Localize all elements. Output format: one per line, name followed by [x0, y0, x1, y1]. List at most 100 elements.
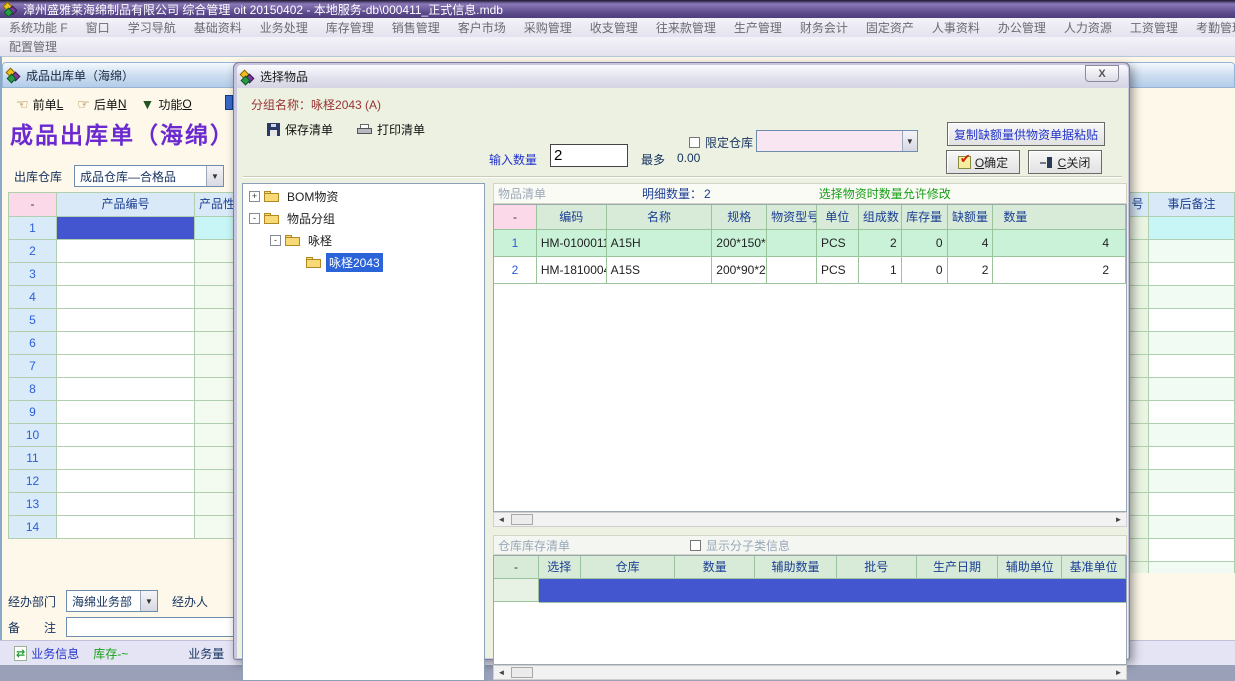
cell[interactable]: HM-1810004	[537, 257, 607, 284]
cell[interactable]: 200*90*20	[712, 257, 767, 284]
ok-button[interactable]: ✔ O确定	[946, 150, 1020, 174]
remark-cell[interactable]	[1149, 516, 1235, 539]
scroll-left-icon[interactable]: ◄	[494, 666, 509, 679]
tree-item-BOM物资[interactable]: +BOM物资	[243, 186, 484, 206]
product-code-cell[interactable]	[57, 332, 195, 355]
menu-item[interactable]: 收支管理	[581, 18, 647, 37]
cell[interactable]: 2	[494, 257, 537, 284]
tree-item-物品分组[interactable]: -物品分组	[243, 208, 484, 228]
row-number-cell[interactable]: 1	[9, 217, 57, 240]
menu-item[interactable]: 人力资源	[1055, 18, 1121, 37]
menu-item[interactable]: 库存管理	[317, 18, 383, 37]
remark-cell[interactable]	[1149, 424, 1235, 447]
chevron-down-icon[interactable]: ▼	[902, 131, 917, 151]
menu-item[interactable]: 办公管理	[989, 18, 1055, 37]
scroll-right-icon[interactable]: ►	[1111, 666, 1126, 679]
cell[interactable]: 4	[948, 230, 994, 257]
cell[interactable]	[1127, 562, 1149, 573]
menu-item[interactable]: 窗口	[77, 18, 119, 37]
cell[interactable]	[1127, 470, 1149, 493]
cell[interactable]	[1127, 240, 1149, 263]
row-number-cell[interactable]: 11	[9, 447, 57, 470]
menu-item[interactable]: 学习导航	[119, 18, 185, 37]
menu-item[interactable]: 客户市场	[449, 18, 515, 37]
menu-item[interactable]: 配置管理	[0, 37, 66, 56]
show-subcategory-checkbox[interactable]: 显示分子类信息	[690, 537, 790, 554]
close-button[interactable]: C关闭	[1028, 150, 1102, 174]
menu-item[interactable]: 基础资料	[185, 18, 251, 37]
cell[interactable]	[1127, 516, 1149, 539]
remark-cell[interactable]	[1149, 470, 1235, 493]
product-code-cell[interactable]	[57, 424, 195, 447]
cell[interactable]	[1127, 263, 1149, 286]
toolbar-down-arrow[interactable]: ▼功能O	[141, 96, 192, 113]
cell[interactable]: 1	[859, 257, 902, 284]
product-code-cell[interactable]	[57, 378, 195, 401]
cell[interactable]	[1127, 378, 1149, 401]
remark-cell[interactable]	[1149, 217, 1235, 240]
product-code-cell[interactable]	[57, 240, 195, 263]
product-code-cell[interactable]	[57, 286, 195, 309]
tree-item-咏柽2043[interactable]: 咏柽2043	[243, 252, 484, 272]
copy-shortage-button[interactable]: 复制缺额量供物资单据粘贴	[947, 122, 1105, 146]
menu-item[interactable]: 业务处理	[251, 18, 317, 37]
checkbox-icon[interactable]	[690, 540, 701, 551]
scroll-thumb[interactable]	[511, 667, 533, 678]
menu-item[interactable]: 销售管理	[383, 18, 449, 37]
chevron-down-icon[interactable]: ▼	[206, 166, 223, 186]
menu-item[interactable]: 财务会计	[791, 18, 857, 37]
row-number-cell[interactable]: 9	[9, 401, 57, 424]
selected-empty-row[interactable]	[539, 579, 1126, 603]
scroll-right-icon[interactable]: ►	[1111, 513, 1126, 526]
product-code-cell[interactable]	[57, 516, 195, 539]
menu-item[interactable]: 生产管理	[725, 18, 791, 37]
stock-hscrollbar[interactable]: ◄ ►	[493, 665, 1127, 680]
dept-combo[interactable]: 海绵业务部 ▼	[66, 590, 158, 612]
cell[interactable]	[1127, 424, 1149, 447]
cell[interactable]	[767, 257, 817, 284]
remark-cell[interactable]	[1149, 332, 1235, 355]
toolbar-hand-right[interactable]: ☞后单N	[77, 96, 126, 113]
cell[interactable]	[1127, 332, 1149, 355]
product-code-cell[interactable]	[57, 263, 195, 286]
print-list-button[interactable]: 打印清单	[357, 121, 425, 138]
cell[interactable]	[494, 579, 539, 602]
remark-cell[interactable]	[1149, 562, 1235, 573]
toolbar-hand-left[interactable]: ☜前单L	[16, 96, 63, 113]
cell[interactable]: 0	[902, 257, 948, 284]
cell[interactable]	[1127, 355, 1149, 378]
cell[interactable]: 1	[494, 230, 537, 257]
items-hscrollbar[interactable]: ◄ ►	[493, 512, 1127, 527]
remark-cell[interactable]	[1149, 493, 1235, 516]
menu-item[interactable]: 工资管理	[1121, 18, 1187, 37]
cell[interactable]: PCS	[817, 257, 859, 284]
limit-warehouse-combo[interactable]: ▼	[756, 130, 918, 152]
row-number-cell[interactable]: 6	[9, 332, 57, 355]
cell[interactable]	[767, 230, 817, 257]
menu-item[interactable]: 系统功能 F	[0, 18, 77, 37]
product-code-cell[interactable]	[57, 470, 195, 493]
remark-cell[interactable]	[1149, 263, 1235, 286]
stock-selected-row[interactable]	[494, 579, 1126, 603]
cell[interactable]: A15H	[607, 230, 713, 257]
product-code-cell[interactable]	[57, 447, 195, 470]
dialog-close-button[interactable]: X	[1085, 65, 1119, 82]
remark-input[interactable]	[66, 617, 234, 637]
row-number-cell[interactable]: 13	[9, 493, 57, 516]
row-number-cell[interactable]: 4	[9, 286, 57, 309]
product-code-cell[interactable]	[57, 217, 195, 240]
cell[interactable]	[1127, 493, 1149, 516]
cell[interactable]: 200*150*2	[712, 230, 767, 257]
collapse-icon[interactable]: -	[249, 213, 260, 224]
row-number-cell[interactable]: 10	[9, 424, 57, 447]
collapse-icon[interactable]: -	[270, 235, 281, 246]
cell[interactable]: HM-0100011	[537, 230, 607, 257]
cell[interactable]: 2	[948, 257, 994, 284]
menu-item[interactable]: 固定资产	[857, 18, 923, 37]
row-number-cell[interactable]: 12	[9, 470, 57, 493]
cell[interactable]	[1127, 447, 1149, 470]
row-number-cell[interactable]: 5	[9, 309, 57, 332]
scroll-left-icon[interactable]: ◄	[494, 513, 509, 526]
cell[interactable]: 2	[993, 257, 1126, 284]
menu-item[interactable]: 考勤管理	[1187, 18, 1235, 37]
